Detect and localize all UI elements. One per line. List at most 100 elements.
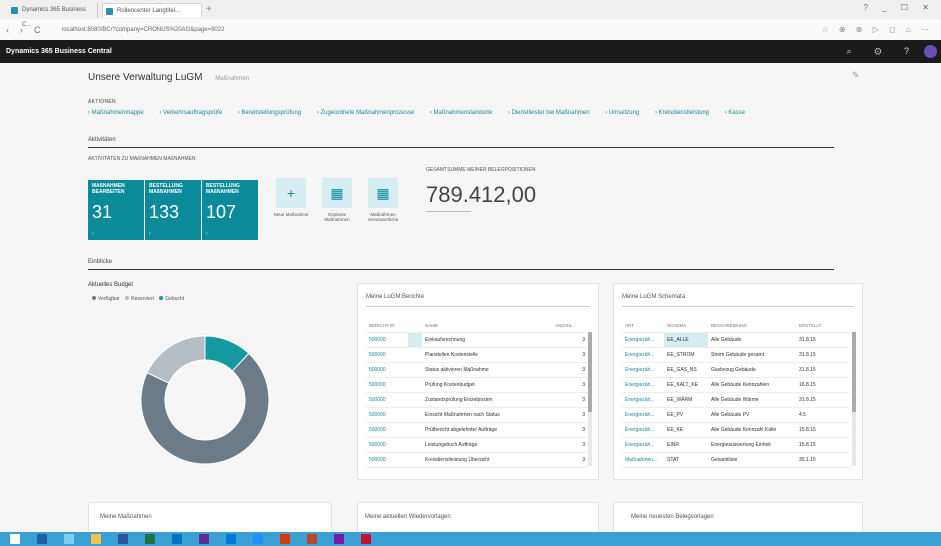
table-cell[interactable]: Energiezäh... (622, 437, 664, 453)
table-row[interactable]: 500000 Einkaufsrechnung 3 (366, 332, 588, 348)
table-row[interactable]: Energiezäh... EINR Energieauswertung Einhe… (622, 437, 850, 453)
new-tab-button[interactable]: + (206, 4, 212, 16)
action-link[interactable]: › Maßnahmenstandorte (430, 110, 492, 116)
table-row[interactable]: 500000 Planstellen Kostenstelle 3 (366, 347, 588, 363)
table-row[interactable]: 500000 Kreisdienstleistung Übersicht 3 (366, 452, 588, 468)
table-row[interactable]: Maßnahmen... STAT Gesamtliste 30.1.15 (622, 452, 850, 468)
legend-label[interactable]: Gebucht (165, 296, 184, 302)
mail-icon[interactable] (226, 534, 236, 544)
action-link[interactable]: › Bereitstellungsprüfung (238, 110, 301, 116)
table-cell[interactable]: Energiezäh... (622, 407, 664, 423)
company-menu[interactable]: Maßnahmen (215, 76, 249, 82)
table-row[interactable]: Energiezäh... EE_ALLE Alle Gebäude 31.8.15 (622, 332, 850, 348)
column-header[interactable]: ANZAHL (552, 318, 588, 333)
table-cell[interactable]: Energiezäh... (622, 392, 664, 408)
table-cell[interactable]: Energiezäh... (622, 422, 664, 438)
action-link[interactable]: › Umsetzung (605, 110, 639, 116)
plus-icon[interactable]: + (276, 178, 306, 208)
table-cell[interactable]: 500000 (366, 437, 408, 453)
table-row[interactable]: Energiezäh... EE_STROM Strom Gebäude gesam… (622, 347, 850, 363)
edge-icon[interactable] (253, 534, 263, 544)
excel-icon[interactable] (145, 534, 155, 544)
table-cell[interactable]: Energiezäh... (622, 347, 664, 363)
insights-heading[interactable]: Einblicke (88, 259, 112, 265)
cue-tile-2[interactable]: BESTELLUNG MAßNAHMEN 133 › (145, 180, 201, 240)
onenote-icon[interactable] (334, 534, 344, 544)
total-value[interactable]: 789.412,00 (426, 182, 536, 208)
table-cell[interactable]: 500000 (366, 377, 408, 393)
legend-label[interactable]: Verfügbar (98, 296, 120, 302)
document-icon[interactable]: ▦ (368, 178, 398, 208)
table-cell[interactable]: 500000 (366, 347, 408, 363)
table-cell[interactable]: Energiezäh... (622, 362, 664, 378)
browser-toolbar-icons[interactable]: ☆ ⊕ ⊗ ▷ ◻ ⌂ ⋯ (821, 23, 933, 37)
column-header[interactable]: SCHEMA (664, 318, 708, 333)
forward-icon[interactable]: › (20, 23, 23, 37)
browser-tab-2[interactable]: Rollencenter Langtitel... (102, 3, 202, 18)
table-row[interactable]: Energiezäh... EE_KE Alle Gebäude Kennzahl … (622, 422, 850, 438)
browser-tab-1[interactable]: Dynamics 365 Business C... (8, 3, 98, 28)
table-row[interactable]: 500000 Prüfbericht abgelehnter Aufträge 3 (366, 422, 588, 438)
card-title[interactable]: Meine Maßnahmen (100, 514, 152, 520)
store-icon[interactable] (199, 534, 209, 544)
action-link[interactable]: › Maßnahmenmappe (88, 110, 144, 116)
card-title[interactable]: Meine LuGM Berichte (366, 294, 424, 300)
scrollbar[interactable] (588, 332, 592, 466)
card-title[interactable]: Meine LuGM Schemata (622, 294, 685, 300)
table-cell[interactable]: 500000 (366, 422, 408, 438)
refresh-icon[interactable]: C (34, 23, 41, 37)
explorer-icon[interactable] (91, 534, 101, 544)
app-bar-icons[interactable]: ⌕ ⚙ ? (847, 40, 919, 63)
table-row[interactable]: Energiezäh... EE_WÄRM Alle Gebäude Wärme 31… (622, 392, 850, 408)
column-header[interactable]: NAME (422, 318, 552, 333)
column-header[interactable]: ART (622, 318, 664, 333)
document-icon[interactable]: ▦ (322, 178, 352, 208)
table-cell[interactable]: 500000 (366, 407, 408, 423)
table-cell[interactable]: Energiezäh... (622, 377, 664, 393)
app-title[interactable]: Dynamics 365 Business Central (6, 40, 112, 63)
word-icon[interactable] (118, 534, 128, 544)
table-cell[interactable]: Energiezäh... (622, 332, 664, 348)
table-row[interactable]: 500000 Status aktivieren Maßnahme 3 (366, 362, 588, 378)
action-link[interactable]: › Kreisdienstleistung (655, 110, 709, 116)
table-row[interactable]: 500000 Einsicht Maßnahmen nach Status 3 (366, 407, 588, 423)
action-link[interactable]: › Kasse (725, 110, 745, 116)
edit-icon[interactable]: ✎ (852, 70, 860, 81)
card-title[interactable]: Meine neuesten Belegvorlagen (631, 514, 714, 520)
column-header[interactable]: ERSTELLT (796, 318, 850, 333)
legend-label[interactable]: Reserviert (131, 296, 154, 302)
table-cell[interactable]: 500000 (366, 392, 408, 408)
table-row[interactable]: Energiezäh... EE_GAS_NS Gasbezug Gebäude 31… (622, 362, 850, 378)
table-cell[interactable]: 500000 (366, 452, 408, 468)
column-header[interactable]: BESCHREIBUNG (708, 318, 796, 333)
table-row[interactable]: 500000 Zustandsprüfung Einzelposten 3 (366, 392, 588, 408)
cue-tile-3[interactable]: BESTELLUNG MAßNAHMEN 107 › (202, 180, 258, 240)
column-header[interactable]: BERICHT-ID (366, 318, 408, 333)
address-bar[interactable]: localhost:8080/BC/?company=CRONUS%20AG&p… (62, 23, 662, 37)
table-row[interactable]: Energiezäh... EE_KALT_KE Alle Gebäude Kenn… (622, 377, 850, 393)
opera-icon[interactable] (361, 534, 371, 544)
table-row[interactable]: Energiezäh... EE_PV Alle Gebäude PV 4.5 (622, 407, 850, 423)
action-link[interactable]: › Zugeordnete Maßnahmenprozesse (317, 110, 414, 116)
card-title[interactable]: Meine aktuellen Wiedervorlagen (365, 514, 451, 520)
table-cell[interactable]: Maßnahmen... (622, 452, 664, 468)
avatar[interactable] (924, 45, 937, 58)
back-icon[interactable]: ‹ (6, 23, 9, 37)
table-cell[interactable]: 500000 (366, 332, 408, 348)
donut-slice-reserviert[interactable] (146, 335, 206, 384)
outlook-icon[interactable] (172, 534, 182, 544)
search-icon[interactable] (37, 534, 47, 544)
table-row[interactable]: 500000 Leistungsbuch Aufträge 3 (366, 437, 588, 453)
window-controls[interactable]: ? _ ☐ ✕ (864, 3, 935, 12)
activities-heading[interactable]: Aktivitäten (88, 137, 116, 143)
windows-logo-icon[interactable] (10, 534, 20, 544)
office-icon[interactable] (280, 534, 290, 544)
action-link[interactable]: › Dienstleister bei Maßnahmen (508, 110, 590, 116)
cue-tile-1[interactable]: MAßNAHMEN BEARBEITEN 31 › (88, 180, 144, 240)
task-view-icon[interactable] (64, 534, 74, 544)
powerpoint-icon[interactable] (307, 534, 317, 544)
table-row[interactable]: 500000 Prüfung Kostenbudget 3 (366, 377, 588, 393)
table-cell[interactable]: 500000 (366, 362, 408, 378)
action-link[interactable]: › Verkehrsauftragsprüfe (159, 110, 222, 116)
scrollbar[interactable] (852, 332, 856, 466)
